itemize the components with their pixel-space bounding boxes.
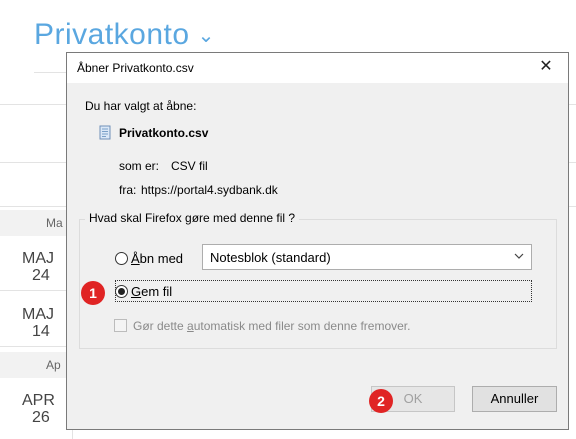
auto-text-before: Gør dette <box>133 319 188 333</box>
close-icon[interactable]: ✕ <box>524 53 568 83</box>
action-question: Hvad skal Firefox gøre med denne fil ? <box>85 211 300 225</box>
date-month: MAJ <box>22 306 54 323</box>
divider <box>0 290 72 291</box>
save-file-label[interactable]: Gem fil <box>131 284 172 299</box>
date-day: 14 <box>32 323 50 340</box>
csv-file-icon <box>99 125 111 140</box>
open-with-app-value: Notesblok (standard) <box>210 250 331 265</box>
auto-checkbox[interactable] <box>114 319 127 332</box>
step-2-badge: 2 <box>369 389 393 413</box>
save-file-radio[interactable] <box>115 285 128 298</box>
date-month: MAJ <box>22 250 54 267</box>
date-entry[interactable]: APR 26 <box>22 392 55 426</box>
dialog-titlebar[interactable]: Åbner Privatkonto.csv ✕ <box>67 53 568 83</box>
auto-text-after: utomatisk med filer som denne fremover. <box>193 319 411 333</box>
file-name: Privatkonto.csv <box>119 126 209 140</box>
dialog-body: Du har valgt at åbne: Privatkonto.csv so… <box>67 83 568 429</box>
file-source-value: https://portal4.sydbank.dk <box>141 183 278 197</box>
file-type-label: som er: <box>119 159 160 173</box>
date-entry[interactable]: MAJ 14 <box>22 306 54 340</box>
intro-text: Du har valgt at åbne: <box>85 99 197 113</box>
save-file-focus-rect <box>115 280 532 302</box>
month-header: Ap <box>0 352 72 378</box>
month-header: Ma <box>0 210 72 236</box>
cancel-button[interactable]: Annuller <box>472 386 557 412</box>
date-day: 26 <box>32 409 50 426</box>
chevron-down-icon[interactable]: ⌄ <box>198 25 215 47</box>
open-with-label[interactable]: Åbn med <box>131 251 183 266</box>
dialog-title: Åbner Privatkonto.csv <box>77 61 194 75</box>
date-month: APR <box>22 392 55 409</box>
step-1-badge: 1 <box>81 281 105 305</box>
save-file-text: em fil <box>141 284 173 299</box>
open-with-app-select[interactable]: Notesblok (standard) <box>202 244 532 270</box>
chevron-down-icon <box>514 253 524 259</box>
date-day: 24 <box>32 267 50 284</box>
save-file-accel: G <box>131 284 142 299</box>
divider <box>0 346 72 347</box>
open-with-accel: Å <box>131 251 140 266</box>
month-label: Ma <box>46 216 63 230</box>
file-type-value: CSV fil <box>171 159 208 173</box>
month-label: Ap <box>46 358 61 372</box>
date-entry[interactable]: MAJ 24 <box>22 250 54 284</box>
open-with-radio[interactable] <box>115 252 128 265</box>
page-title[interactable]: Privatkonto ⌄ <box>34 18 215 52</box>
auto-accel: a <box>187 319 194 333</box>
auto-checkbox-label[interactable]: Gør dette automatisk med filer som denne… <box>133 319 410 333</box>
page-title-text: Privatkonto <box>34 18 190 51</box>
open-with-text: bn med <box>139 251 184 266</box>
download-dialog: Åbner Privatkonto.csv ✕ Du har valgt at … <box>66 52 569 430</box>
file-source-label: fra: <box>119 183 137 197</box>
